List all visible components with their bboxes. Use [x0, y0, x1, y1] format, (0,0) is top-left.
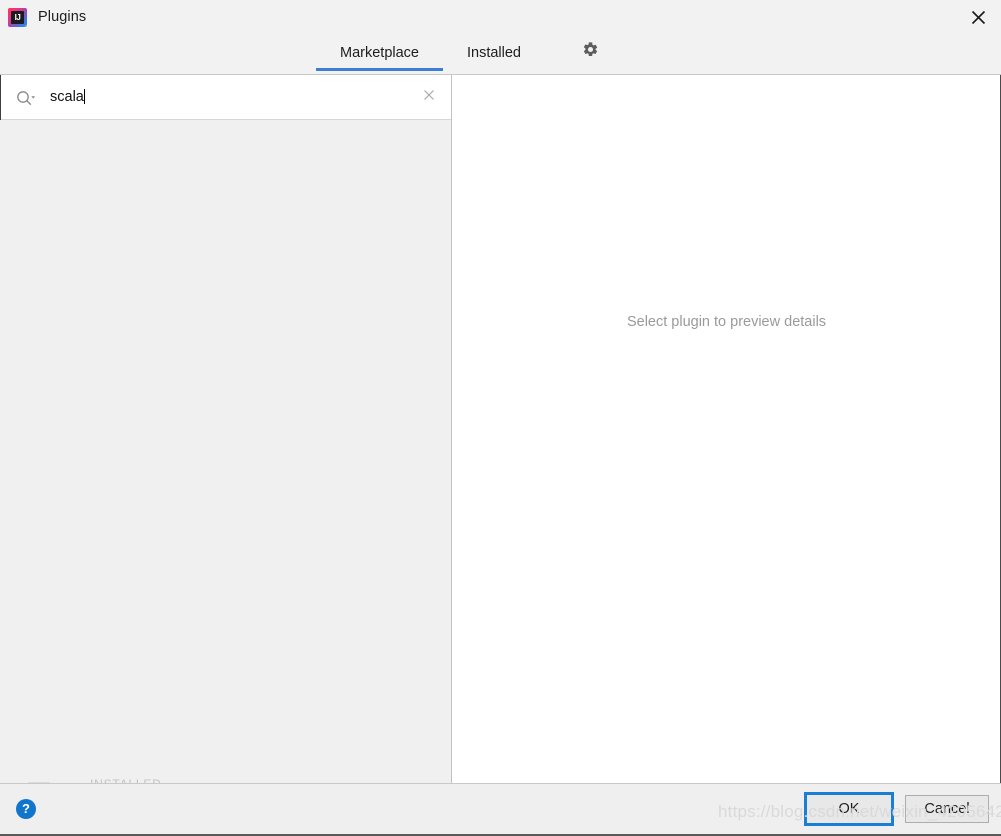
tab-installed[interactable]: Installed	[443, 34, 545, 71]
window-title: Plugins	[38, 9, 87, 25]
tab-installed-label: Installed	[466, 44, 521, 61]
close-button[interactable]	[955, 0, 1001, 34]
search-bar[interactable]: scala	[0, 75, 451, 120]
cancel-button-label: Cancel	[924, 801, 970, 817]
search-icon[interactable]	[16, 90, 36, 105]
ok-button[interactable]: OK	[804, 792, 894, 826]
ok-button-label: OK	[838, 801, 860, 817]
intellij-idea-logo-icon: IJ	[8, 7, 27, 27]
titlebar: IJ Plugins	[0, 0, 1001, 34]
close-icon	[971, 10, 986, 25]
main-content: scala INSTALLED Select plugin to pre	[0, 74, 1001, 783]
preview-placeholder-text: Select plugin to preview details	[626, 314, 827, 330]
tab-marketplace[interactable]: Marketplace	[316, 34, 443, 71]
plugin-results-list[interactable]: INSTALLED	[0, 120, 451, 783]
tab-strip: Marketplace Installed	[0, 34, 1001, 74]
gear-icon	[582, 41, 599, 63]
plugin-list-panel: scala INSTALLED	[0, 75, 452, 783]
search-input-value: scala	[50, 89, 84, 105]
text-caret	[83, 89, 85, 104]
clear-search-button[interactable]	[421, 89, 437, 105]
plugin-preview-panel: Select plugin to preview details	[452, 75, 1001, 783]
list-item[interactable]: INSTALLED	[0, 771, 451, 783]
close-small-icon	[423, 88, 435, 106]
plugins-dialog: IJ Plugins Marketplace Installed scala S…	[0, 0, 1001, 836]
search-input[interactable]: scala	[50, 89, 421, 105]
settings-button[interactable]	[573, 35, 607, 69]
dialog-footer: ? OK Cancel	[0, 783, 1001, 836]
help-button[interactable]: ?	[16, 799, 36, 819]
tab-marketplace-label: Marketplace	[340, 44, 419, 61]
cancel-button[interactable]: Cancel	[905, 795, 989, 823]
